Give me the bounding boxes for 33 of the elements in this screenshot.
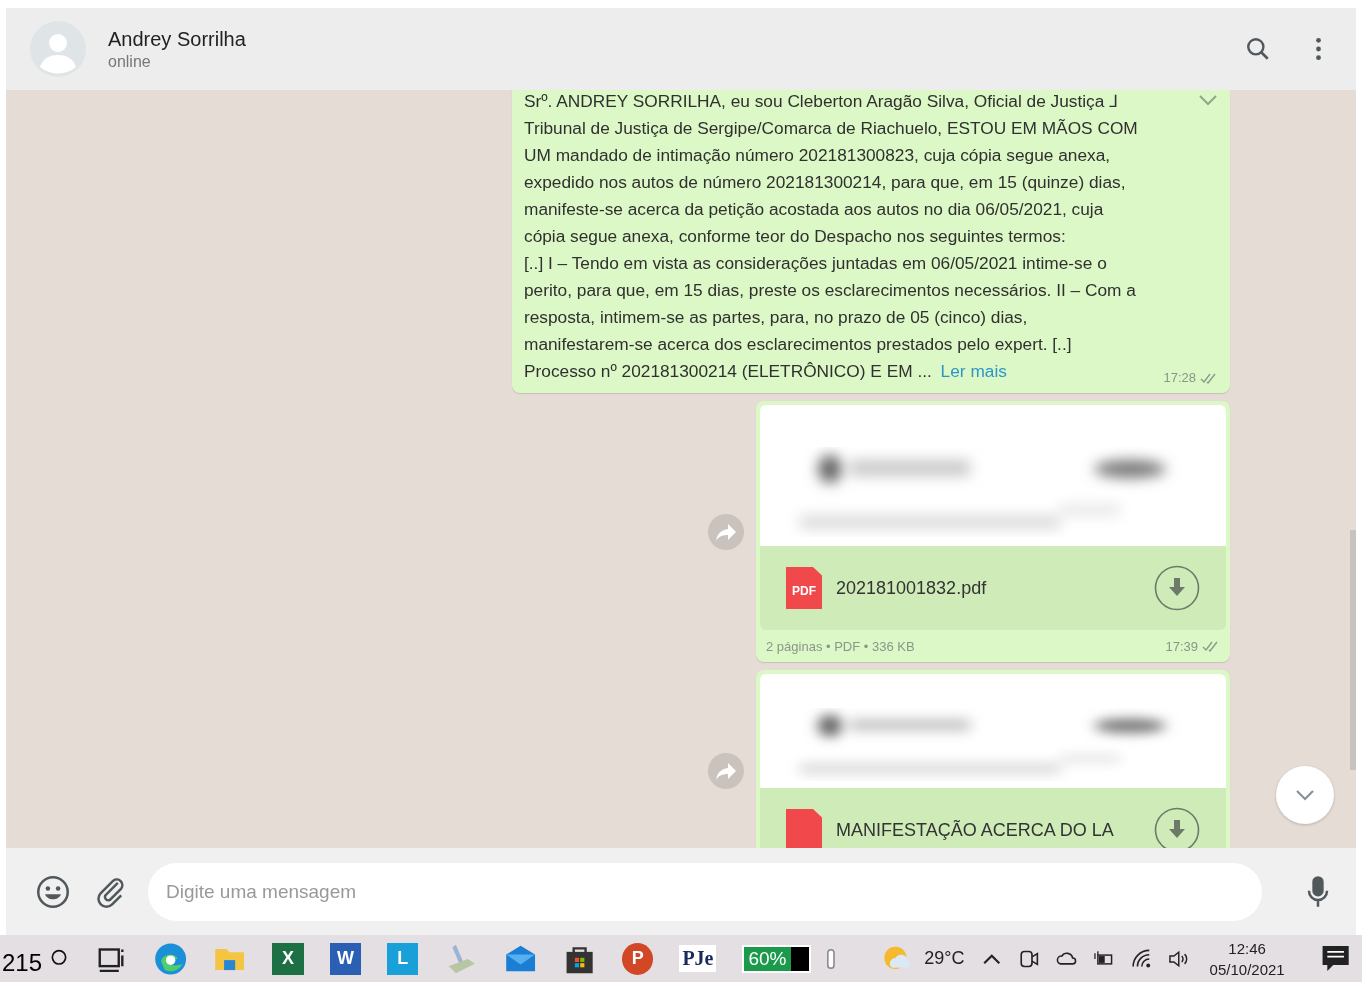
clock-date[interactable]: 05/10/2021 [1209,958,1285,980]
document-bubble[interactable]: PDF 202181001832.pdf 2 páginas • PDF • 336 KB 17:39 [756,401,1230,662]
chevron-down-icon [1295,789,1315,801]
menu-icon[interactable] [1315,36,1322,62]
pdf-file-icon [786,809,822,848]
download-icon[interactable] [1154,807,1200,848]
wifi-icon[interactable] [1130,947,1153,970]
file-details: 2 páginas • PDF • 336 KB [766,638,916,654]
message-time: 17:39 [1165,638,1198,654]
emoji-icon[interactable] [36,874,70,909]
app-icon[interactable]: P [622,942,654,975]
microphone-icon[interactable] [1306,874,1330,909]
contact-status: online [108,52,152,71]
download-icon[interactable] [1154,565,1200,611]
battery-indicator: 60% [742,944,812,973]
scrollbar-thumb[interactable] [1350,530,1356,770]
message-input[interactable]: Digite uma mensagem [148,862,1262,921]
app-icon[interactable]: X [272,942,304,975]
clock-time[interactable]: 12:46 [1228,937,1266,959]
document-bubble[interactable]: MANIFESTAÇÃO ACERCA DO LA [756,670,1230,848]
temperature[interactable]: 29°C [924,948,965,969]
pdf-file-icon: PDF [786,567,822,609]
file-name[interactable]: 202181001832.pdf [836,577,1140,599]
message-text: Srº. ANDREY SORRILHA, eu sou Cleberton Aragão Silva, Oficial de Justiça ⅃ Tribunal de Justiça de Sergipe/Comarca de Riachuelo, ESTOU EM MÃOS COM UM mandado de intimação número 202181300823, cuja cópia segue anexa, expedido nos autos de número 202181300214, para que, em 15 (quinze) dias, manifeste-se acerca da petição acostada aos autos no dia 06/05/2021, cuja cópia segue anexa, conforme teor do Despacho nos seguintes termos: [..] I – Tendo em vista as considerações juntadas em 06/05/2021 intime-se o perito, para que, em 15 dias, preste os esclarecimentos necessários. II – Com a resposta, intimem-se as partes, para, no prazo de 05 (cinco) dias, manifestarem-se acerca dos esclarecimentos prestados pelo expert. [..] Processo nº 202181300214 (ELETRÔNICO) E EM ... Ler mais [524,90,1138,383]
message-time: 17:28 [1163,370,1196,385]
browser-icon[interactable] [153,941,188,976]
double-check-icon [1202,640,1220,652]
contact-name: Andrey Sorrilha [108,27,247,51]
double-check-icon [1200,371,1218,384]
search-icon[interactable] [1245,36,1271,62]
app-icon[interactable]: PJe [679,945,717,972]
overlay-number: 215 [2,948,43,977]
app-icon[interactable]: W [329,942,362,975]
